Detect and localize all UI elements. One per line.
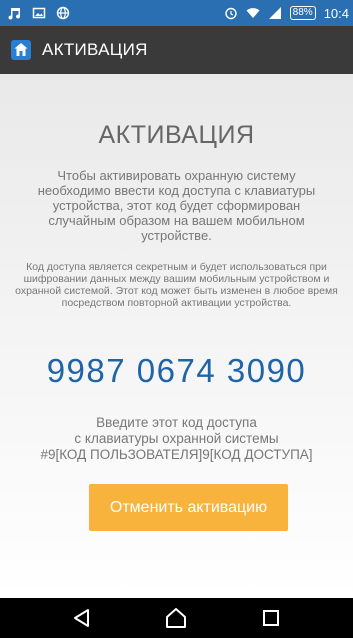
home-icon: [166, 608, 187, 628]
globe-icon: [56, 6, 70, 20]
back-icon: [74, 609, 90, 627]
recents-button[interactable]: [251, 598, 291, 638]
app-bar: АКТИВАЦИЯ: [0, 26, 353, 74]
app-bar-title: АКТИВАЦИЯ: [42, 40, 148, 59]
access-code: 9987 0674 3090: [46, 352, 307, 389]
home-button[interactable]: [156, 598, 196, 638]
clock: 10:4: [323, 5, 349, 21]
keypad-instruction-line: #9[КОД ПОЛЬЗОВАТЕЛЯ]9[КОД ДОСТУПА]: [40, 447, 313, 462]
keypad-instructions: Введите этот код доступа с клавиатуры ох…: [0, 415, 353, 463]
status-bar: 88% 10:4: [0, 0, 353, 26]
access-code-note: Код доступа является секретным и будет и…: [15, 261, 338, 309]
recents-icon: [262, 610, 279, 626]
activation-instructions: Чтобы активировать охранную систему необ…: [37, 168, 316, 243]
battery-icon: 88%: [289, 6, 316, 20]
alarm-icon: [224, 7, 237, 20]
music-note-icon: [8, 8, 21, 20]
cancel-activation-button[interactable]: Отменить активацию: [89, 484, 288, 531]
image-icon: [32, 7, 46, 19]
house-shield-icon: [11, 40, 31, 60]
back-button[interactable]: [62, 598, 102, 638]
activation-panel: АКТИВАЦИЯ Чтобы активировать охранную си…: [0, 74, 353, 598]
wifi-icon: [246, 8, 260, 18]
keypad-instruction-line: с клавиатуры охранной системы: [74, 431, 279, 446]
signal-icon: [268, 7, 281, 19]
page-title: АКТИВАЦИЯ: [98, 121, 255, 149]
keypad-instruction-line: Введите этот код доступа: [96, 415, 257, 430]
navigation-bar: [0, 598, 353, 638]
